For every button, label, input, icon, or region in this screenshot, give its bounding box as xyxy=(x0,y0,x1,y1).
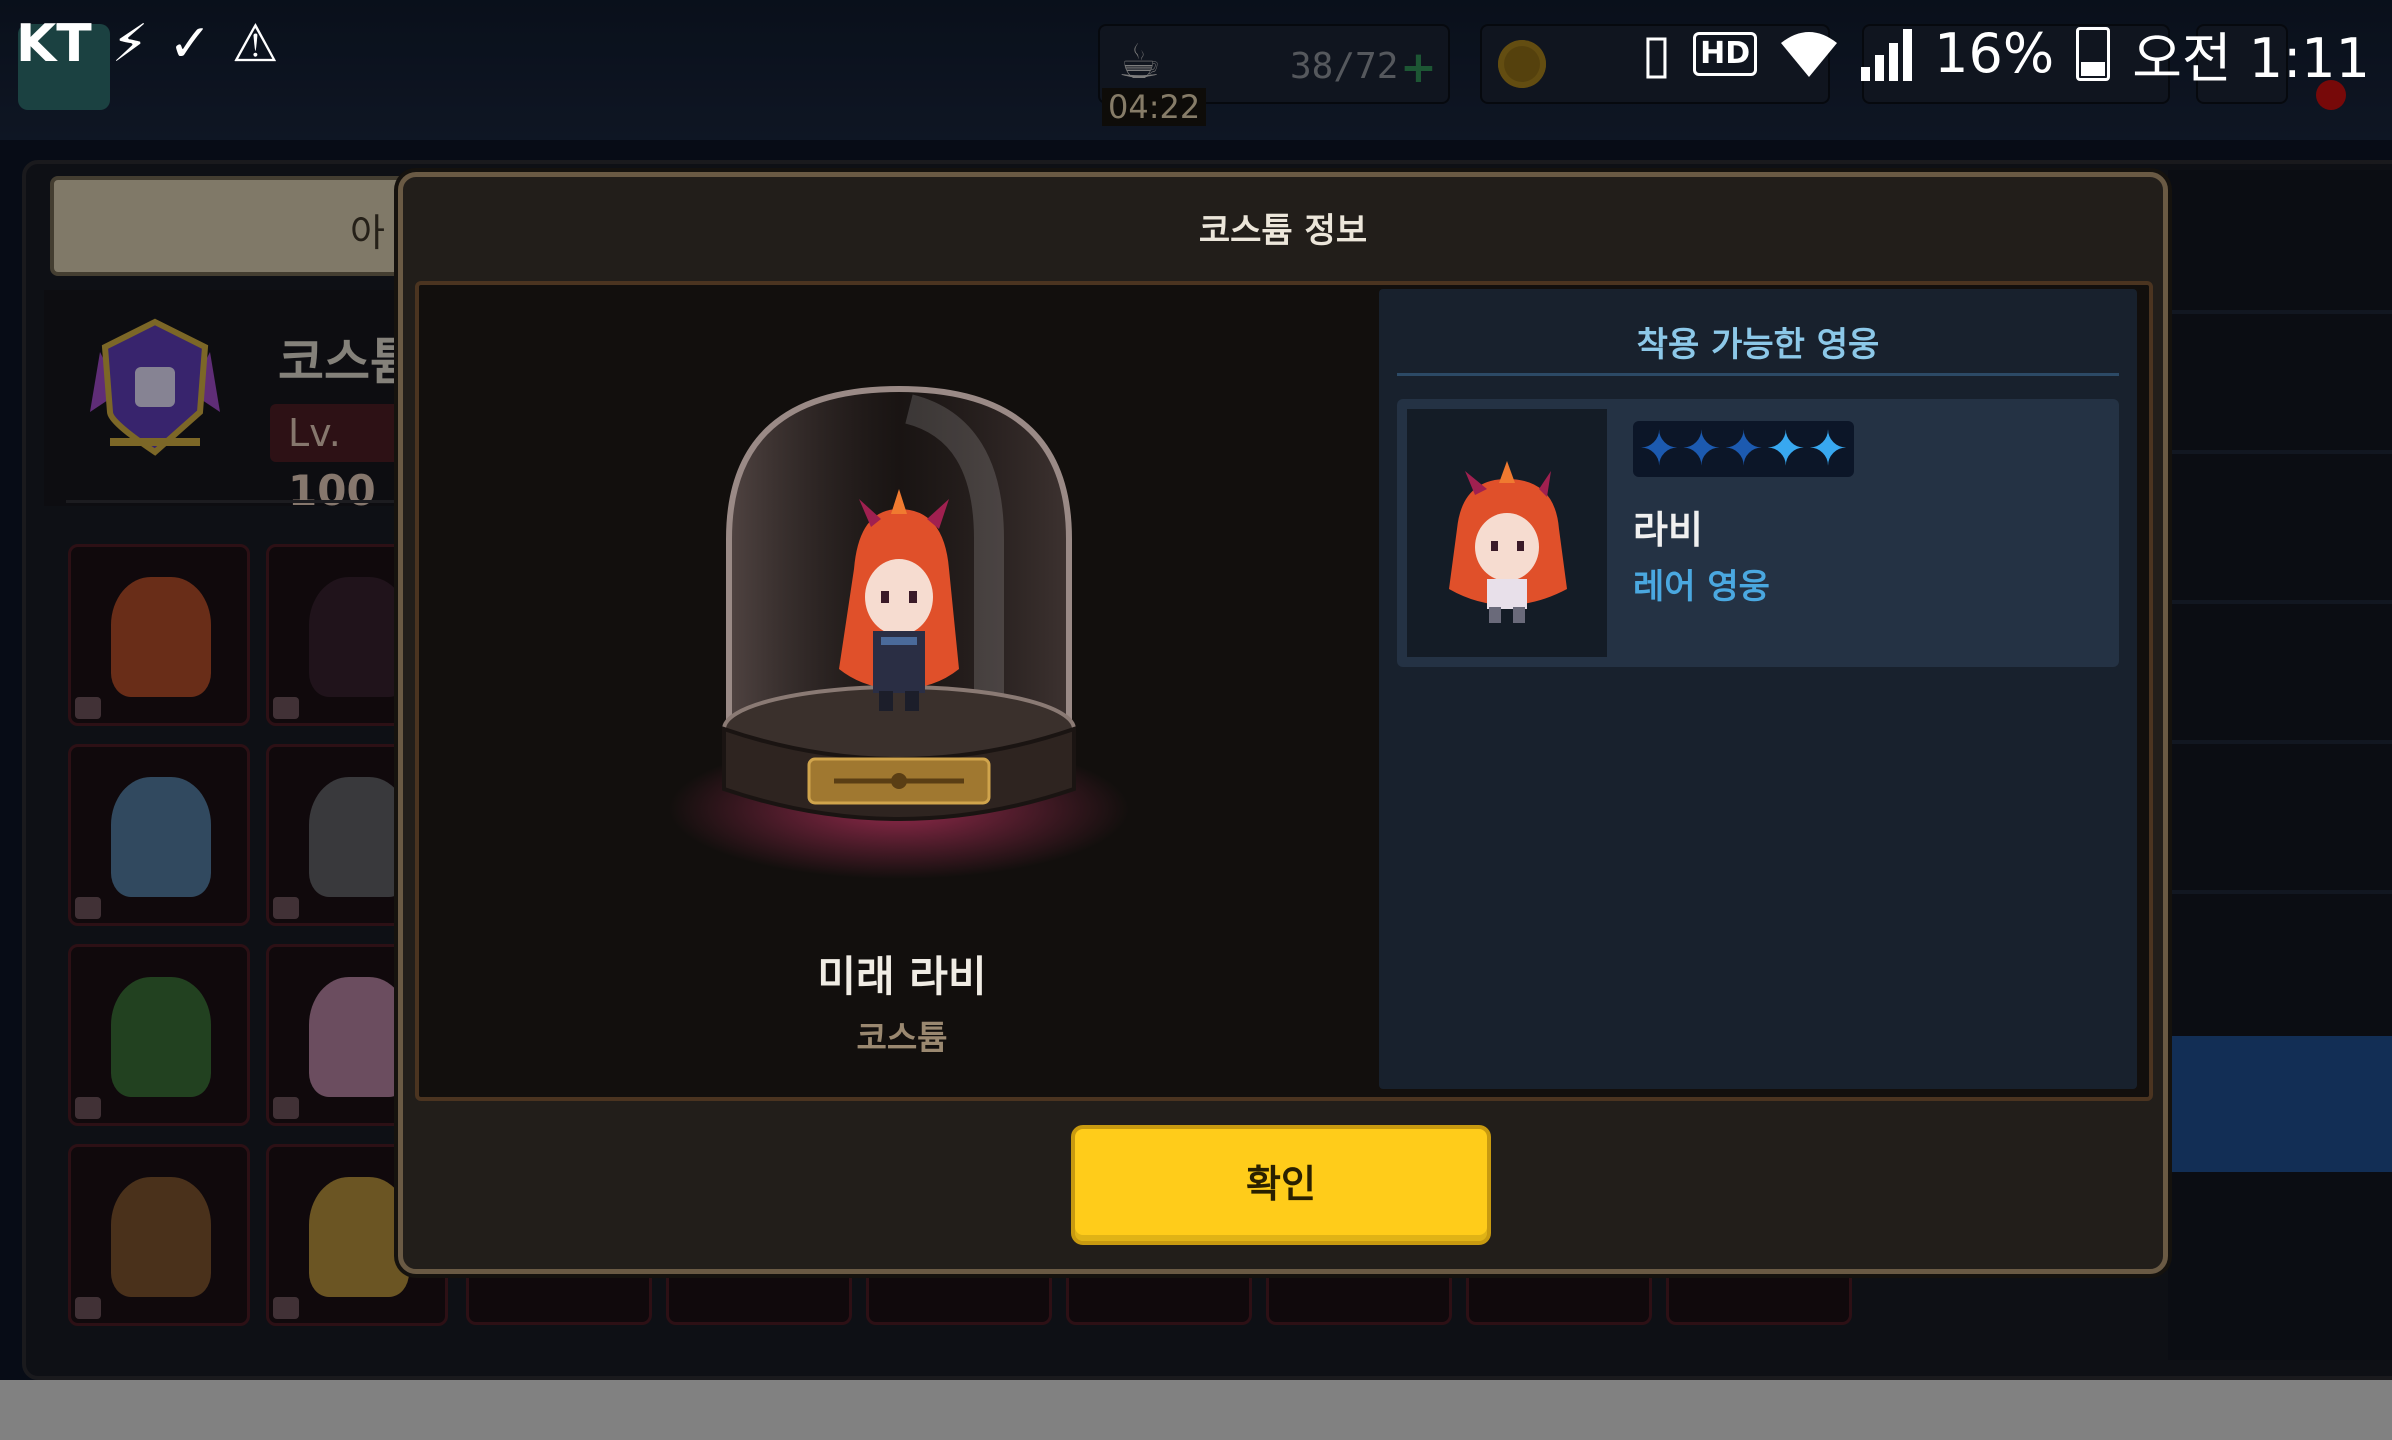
costume-preview-dome xyxy=(669,385,1129,879)
android-status-bar: KT ⚡ ✓ ⚠ ▯ HD 16% 오전 1:11 xyxy=(0,0,2392,100)
usb-debug-icon: ⚡ xyxy=(111,14,149,74)
star-icon: ✦ xyxy=(1807,421,1849,477)
hero-portrait xyxy=(1407,409,1607,657)
vibrate-icon: ▯ xyxy=(1641,22,1672,85)
hd-icon: HD xyxy=(1693,31,1758,76)
hero-card[interactable]: ✦ ✦ ✦ ✦ ✦ 라비 레어 영웅 xyxy=(1397,399,2119,667)
warning-icon: ⚠ xyxy=(231,14,279,74)
hero-rarity: 레어 영웅 xyxy=(1633,567,1770,607)
signal-icon xyxy=(1861,27,1913,81)
compatible-hero-title: 착용 가능한 영웅 xyxy=(1636,325,1880,365)
star-icon: ✦ xyxy=(1765,421,1806,477)
costume-info-dialog: 코스튬 정보 미래 라비 코스튬 착용 가능한 영웅 ✦ ✦ ✦ ✦ ✦ 라비 … xyxy=(398,172,2168,1274)
clock: 오전 1:11 xyxy=(2132,27,2370,90)
dialog-title: 코스튬 정보 xyxy=(1198,211,1368,251)
wifi-icon xyxy=(1781,31,1838,77)
battery-percent: 16% xyxy=(1934,22,2055,85)
dialog-content: 미래 라비 코스튬 착용 가능한 영웅 ✦ ✦ ✦ ✦ ✦ 라비 레어 영웅 xyxy=(415,281,2153,1101)
hero-star-rating: ✦ ✦ ✦ ✦ ✦ xyxy=(1633,421,1855,477)
star-icon: ✦ xyxy=(1681,421,1722,477)
star-icon: ✦ xyxy=(1639,421,1680,477)
compatible-hero-panel: 착용 가능한 영웅 ✦ ✦ ✦ ✦ ✦ 라비 레어 영웅 xyxy=(1379,289,2137,1089)
star-icon: ✦ xyxy=(1723,421,1764,477)
costume-type: 코스튬 xyxy=(856,1018,948,1057)
carrier-label: KT xyxy=(16,14,92,74)
download-complete-icon: ✓ xyxy=(168,14,212,74)
hero-name: 라비 xyxy=(1633,508,1703,552)
costume-name: 미래 라비 xyxy=(817,952,987,1001)
battery-icon xyxy=(2076,26,2111,81)
confirm-button[interactable]: 확인 xyxy=(1071,1125,1491,1245)
panel-title-underline xyxy=(1397,373,2119,376)
